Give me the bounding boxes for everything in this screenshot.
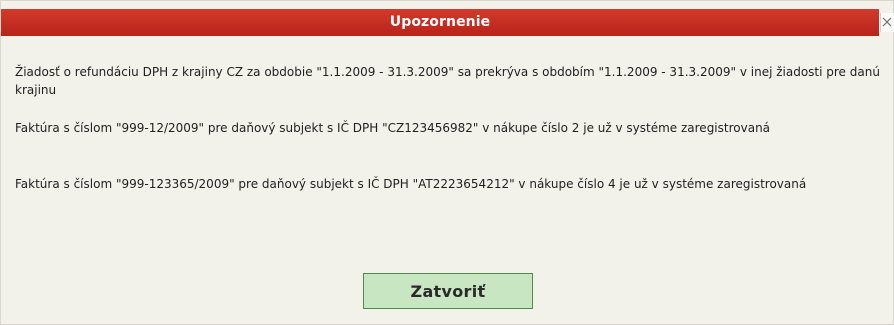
dialog-title: Upozornenie <box>389 14 491 30</box>
dialog-title-bar: Upozornenie <box>1 9 879 36</box>
alert-dialog: Upozornenie Žiadosť o refundáciu DPH z k… <box>0 0 894 325</box>
close-dialog-button[interactable]: Zatvoriť <box>363 273 533 309</box>
message-overlap: Žiadosť o refundáciu DPH z krajiny CZ za… <box>15 65 880 97</box>
close-button[interactable] <box>880 13 894 32</box>
message-invoice-1: Faktúra s číslom "999-12/2009" pre daňov… <box>15 121 771 135</box>
message-invoice-2: Faktúra s číslom "999-123365/2009" pre d… <box>15 177 807 191</box>
close-icon <box>882 17 892 27</box>
